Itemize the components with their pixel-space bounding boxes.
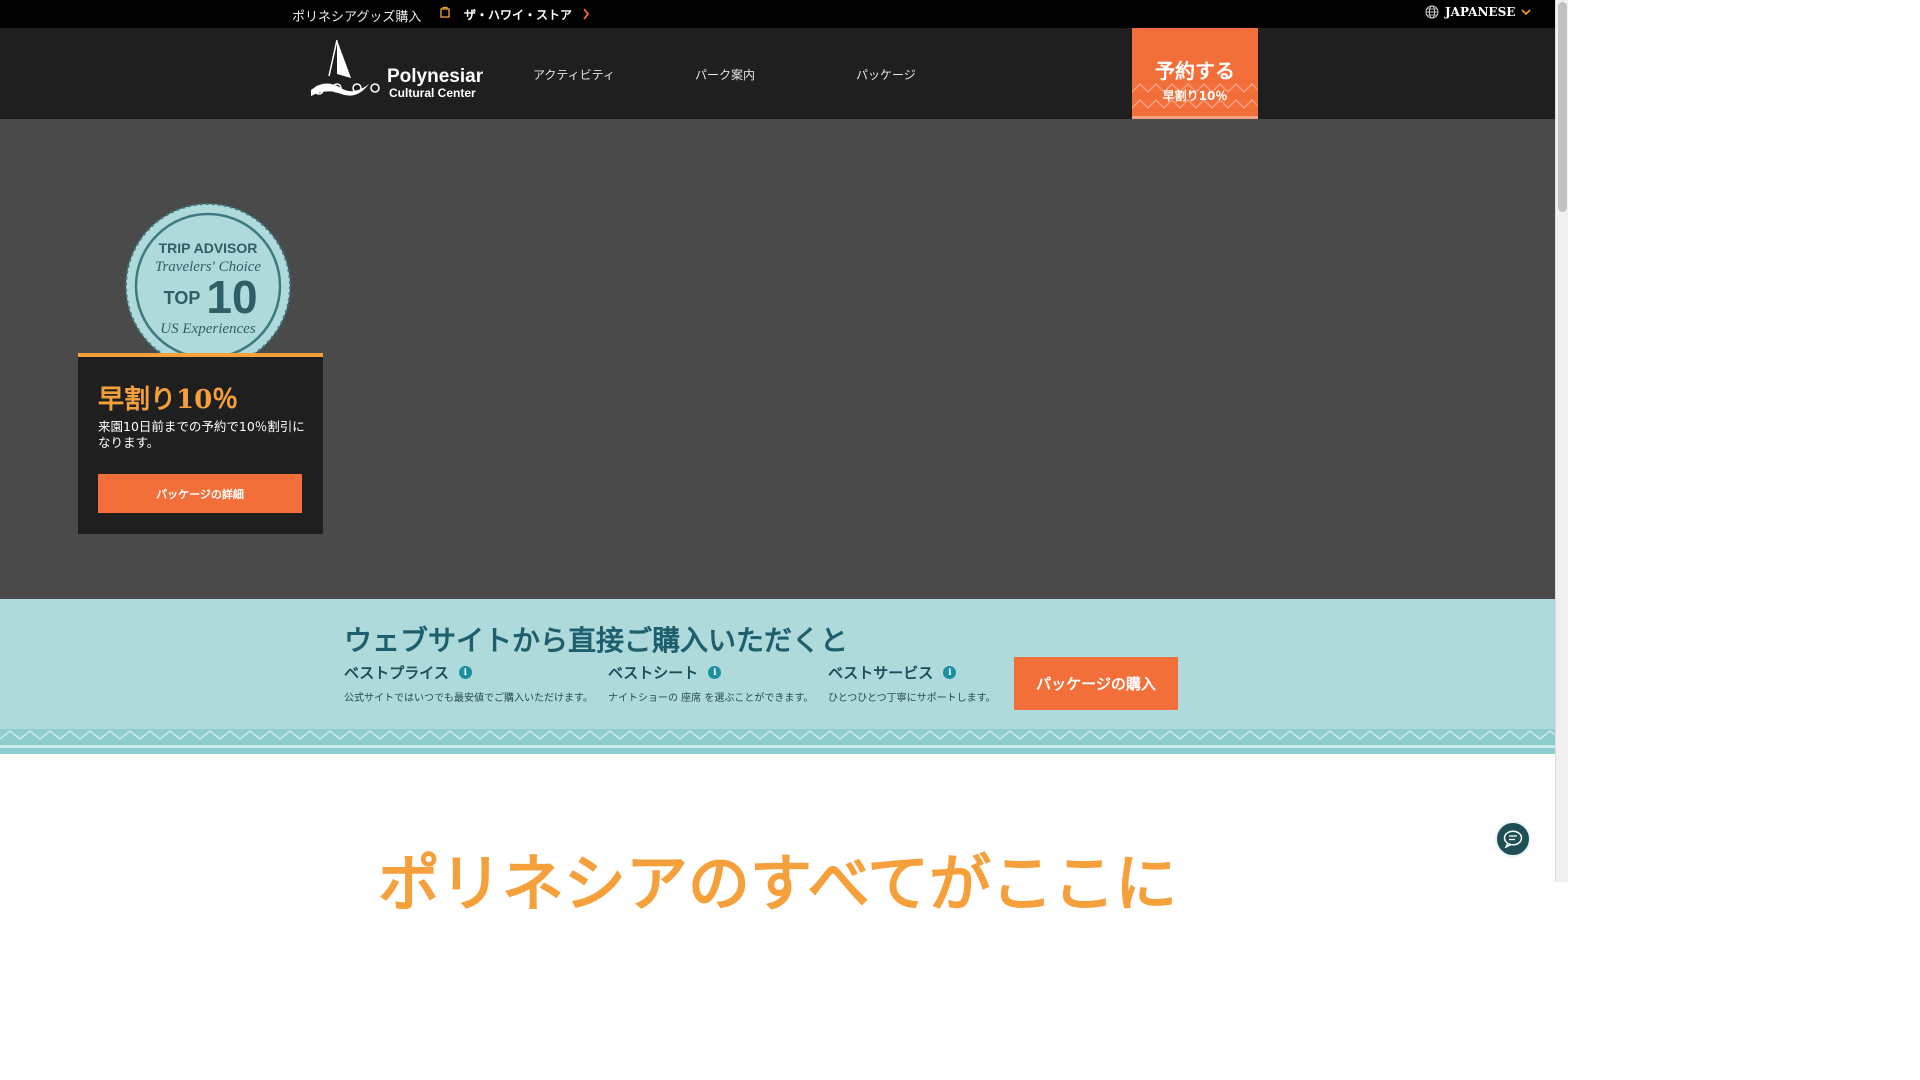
tripadvisor-award-badge: TRIP ADVISOR Travelers' Choice TOP 10 US… bbox=[125, 203, 291, 369]
benefit-description: ひとつひとつ丁寧にサポートします。 bbox=[828, 693, 996, 704]
info-icon[interactable]: i bbox=[458, 666, 472, 679]
benefit-title: ベストサービス bbox=[828, 664, 934, 682]
chat-button[interactable] bbox=[1495, 821, 1531, 857]
chat-bubble-icon bbox=[1503, 830, 1523, 848]
benefit-best-price: ベストプライス i 公式サイトではいつでも最安値でご購入いただけます。 bbox=[344, 662, 593, 704]
nav-item-packages[interactable]: パッケージ bbox=[856, 66, 916, 83]
nav-item-activities[interactable]: アクティビティ bbox=[533, 66, 615, 83]
benefit-title: ベストプライス bbox=[344, 664, 449, 682]
main-navbar: Polynesian Cultural Center アクティビティ パーク案内… bbox=[0, 28, 1555, 125]
badge-line4: US Experiences bbox=[160, 321, 256, 337]
logo-line2: Cultural Center bbox=[389, 86, 476, 100]
page-scrollbar[interactable] bbox=[1555, 0, 1568, 882]
book-now-button[interactable]: 予約する 早割り10％ bbox=[1132, 28, 1258, 125]
benefits-band: ウェブサイトから直接ご購入いただくと ベストプライス i 公式サイトではいつでも… bbox=[0, 599, 1555, 754]
book-now-label: 予約する bbox=[1155, 59, 1235, 83]
benefit-description: ナイトショーの 座席 を選ぶことができます。 bbox=[608, 693, 814, 704]
info-icon[interactable]: i bbox=[943, 666, 957, 679]
package-details-button[interactable]: パッケージの詳細 bbox=[98, 474, 302, 513]
chevron-right-icon[interactable] bbox=[582, 8, 590, 20]
section-heading: ポリネシアのすべてがここに bbox=[377, 847, 1178, 920]
benefit-best-service: ベストサービス i ひとつひとつ丁寧にサポートします。 bbox=[828, 662, 996, 704]
site-logo[interactable]: Polynesian Cultural Center bbox=[307, 38, 483, 100]
badge-ten: 10 bbox=[206, 271, 257, 323]
hawaii-store-link[interactable]: ザ・ハワイ・ストア bbox=[464, 6, 572, 23]
nav-item-park-guide[interactable]: パーク案内 bbox=[695, 66, 755, 83]
buy-package-button[interactable]: パッケージの購入 bbox=[1014, 657, 1178, 710]
badge-top: TOP bbox=[164, 288, 201, 308]
shop-goods-text: ポリネシアグッズ購入 bbox=[292, 10, 422, 25]
logo-line1: Polynesian bbox=[387, 66, 483, 87]
scrollbar-thumb[interactable] bbox=[1558, 2, 1567, 212]
benefits-heading: ウェブサイトから直接ご購入いただくと bbox=[344, 624, 849, 657]
language-selector[interactable]: JAPANESE bbox=[1425, 5, 1531, 19]
promo-title: 早割り10％ bbox=[98, 385, 239, 415]
early-discount-card: 早割り10％ 来園10日前までの予約で10％割引になります。 パッケージの詳細 bbox=[78, 353, 323, 534]
benefit-title: ベストシート bbox=[608, 664, 699, 682]
badge-line1: TRIP ADVISOR bbox=[159, 240, 258, 256]
tribal-pattern-decoration bbox=[0, 729, 1555, 754]
promo-description: 来園10日前までの予約で10％割引になります。 bbox=[98, 419, 305, 450]
book-discount-label: 早割り10％ bbox=[1162, 89, 1228, 103]
shopping-bag-icon bbox=[440, 6, 450, 18]
language-label: JAPANESE bbox=[1445, 5, 1516, 19]
benefit-best-seat: ベストシート i ナイトショーの 座席 を選ぶことができます。 bbox=[608, 662, 813, 704]
info-icon[interactable]: i bbox=[708, 666, 722, 679]
benefit-description: 公式サイトではいつでも最安値でご購入いただけます。 bbox=[344, 693, 593, 704]
chevron-down-icon bbox=[1521, 9, 1531, 16]
globe-icon bbox=[1425, 5, 1439, 19]
hero-section: TRIP ADVISOR Travelers' Choice TOP 10 US… bbox=[0, 119, 1555, 599]
top-utility-bar: ポリネシアグッズ購入 ザ・ハワイ・ストア JAPANESE bbox=[0, 0, 1555, 28]
